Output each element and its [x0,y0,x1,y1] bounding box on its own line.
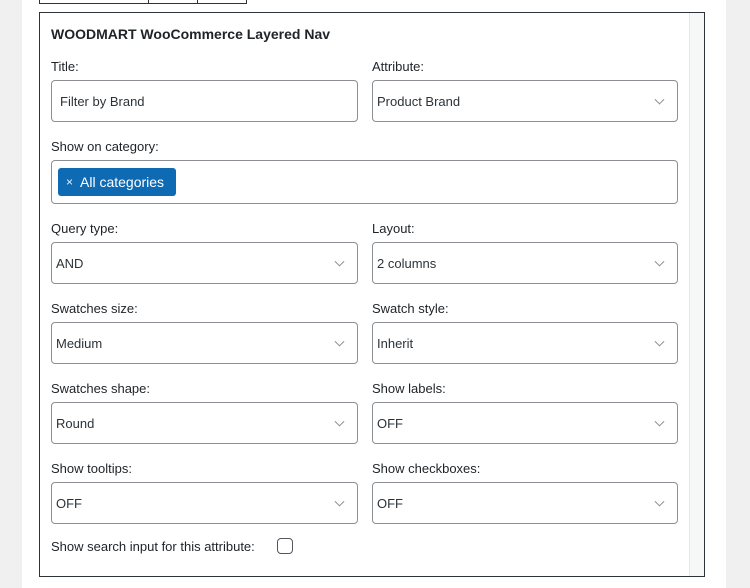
swatches-shape-label: Swatches shape: [51,381,151,396]
swatch-style-label: Swatch style: [372,301,449,316]
chevron-down-icon [654,496,665,507]
query-type-select-value: AND [56,255,84,271]
layout-select-value: 2 columns [377,255,437,271]
show-search-input-label: Show search input for this attribute: [51,539,255,554]
show-tooltips-select[interactable]: OFF [51,482,358,524]
previous-widget-control-2[interactable] [149,0,198,4]
show-labels-select-value: OFF [377,415,403,431]
category-chip-label: All categories [80,174,165,190]
show-search-input-checkbox[interactable] [277,538,293,554]
previous-widget-control-1[interactable] [39,0,149,4]
attribute-label: Attribute: [372,59,425,74]
show-labels-select[interactable]: OFF [372,402,678,444]
swatches-size-label: Swatches size: [51,301,138,316]
layout-select[interactable]: 2 columns [372,242,678,284]
previous-widget-controls [39,0,247,4]
swatch-style-select-value: Inherit [377,335,414,351]
chevron-down-icon [654,94,665,105]
swatches-size-select-value: Medium [56,335,103,351]
chevron-down-icon [334,496,345,507]
attribute-select[interactable]: Product Brand [372,80,678,122]
query-type-select[interactable]: AND [51,242,358,284]
show-checkboxes-label: Show checkboxes: [372,461,481,476]
swatches-shape-select[interactable]: Round [51,402,358,444]
show-labels-label: Show labels: [372,381,446,396]
title-input-value: Filter by Brand [60,93,145,109]
widget-title: WOODMART WooCommerce Layered Nav [51,26,331,42]
attribute-select-value: Product Brand [377,93,461,109]
swatch-style-select[interactable]: Inherit [372,322,678,364]
title-input[interactable]: Filter by Brand [51,80,358,122]
chevron-down-icon [334,336,345,347]
chevron-down-icon [654,336,665,347]
show-checkboxes-select[interactable]: OFF [372,482,678,524]
scrollbar-track[interactable] [689,13,704,576]
layout-label: Layout: [372,221,415,236]
chevron-down-icon [334,416,345,427]
category-multiselect[interactable]: × All categories [51,160,678,204]
show-on-category-label: Show on category: [51,139,159,154]
chevron-down-icon [654,256,665,267]
title-label: Title: [51,59,79,74]
category-chip[interactable]: × All categories [58,168,177,196]
previous-widget-control-3[interactable] [198,0,247,4]
chevron-down-icon [334,256,345,267]
swatches-shape-select-value: Round [56,415,95,431]
query-type-label: Query type: [51,221,119,236]
show-tooltips-select-value: OFF [56,495,82,511]
swatches-size-select[interactable]: Medium [51,322,358,364]
chevron-down-icon [654,416,665,427]
close-icon[interactable]: × [66,175,73,189]
show-checkboxes-select-value: OFF [377,495,403,511]
show-tooltips-label: Show tooltips: [51,461,132,476]
